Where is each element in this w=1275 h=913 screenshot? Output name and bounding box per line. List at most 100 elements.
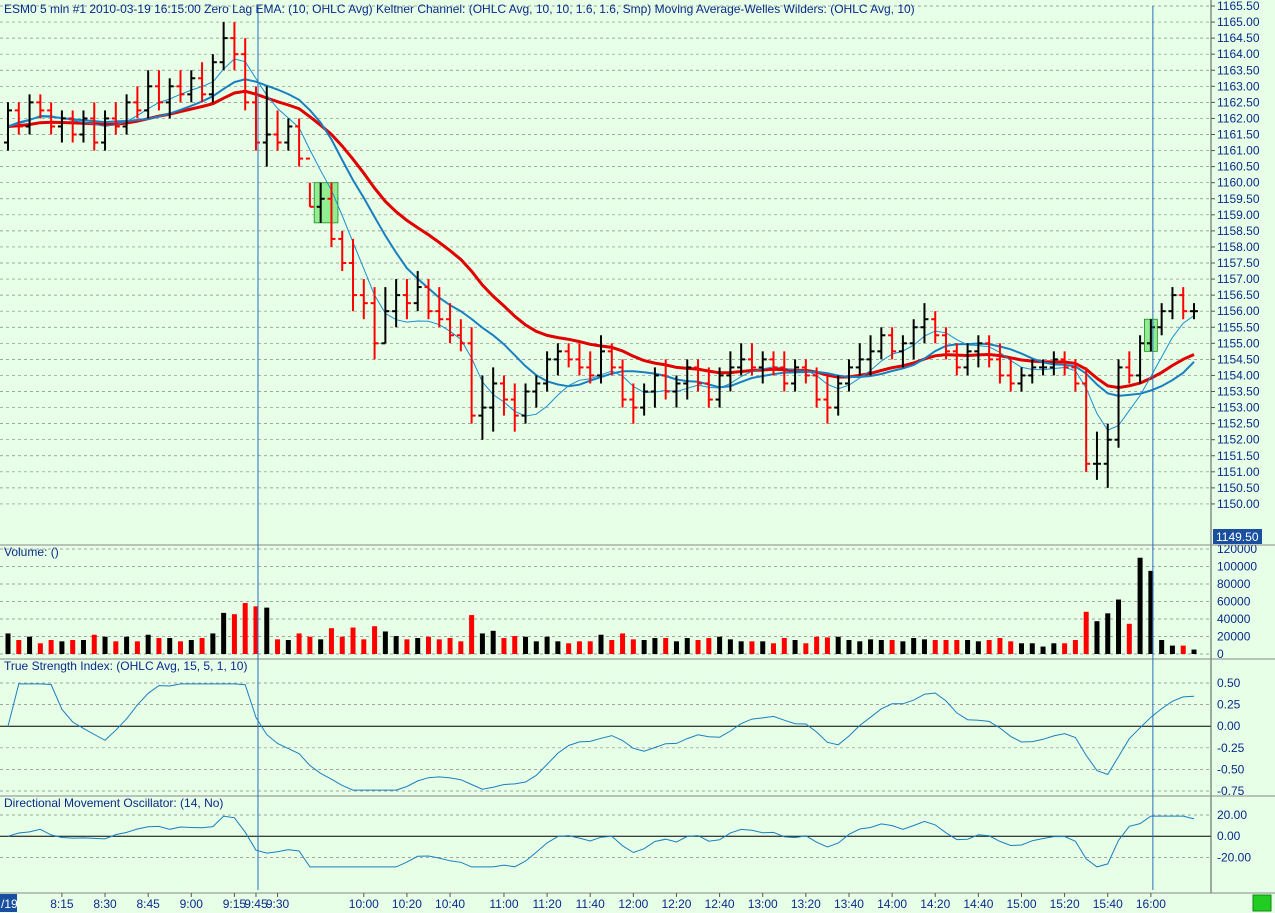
volume-bar [285, 640, 291, 654]
volume-bar [70, 640, 76, 654]
price-tick-label: 1157.00 [1217, 272, 1260, 286]
price-tick-label: 1163.50 [1217, 63, 1260, 77]
volume-bar [943, 640, 949, 654]
volume-bar [738, 641, 744, 654]
price-tick-label: 1162.00 [1217, 111, 1260, 125]
price-tick-label: 1153.00 [1217, 401, 1260, 415]
price-tick-label: 1165.00 [1217, 15, 1260, 29]
volume-bar [242, 603, 248, 654]
volume-bar [620, 633, 626, 654]
time-tick-label: 11:00 [489, 897, 518, 911]
volume-bar [27, 636, 33, 654]
volume-bar [382, 631, 388, 654]
volume-bar [824, 637, 830, 654]
volume-bar [318, 639, 324, 654]
dmo-tick-label: 20.00 [1217, 808, 1247, 822]
volume-bar [1105, 613, 1111, 654]
price-tick-label: 1156.50 [1217, 288, 1260, 302]
time-tick-label: 10:00 [349, 897, 379, 911]
volume-bar [706, 638, 712, 654]
volume-bar [1029, 643, 1035, 654]
time-tick-label: 8:45 [136, 897, 160, 911]
volume-bar [134, 641, 140, 654]
volume-bar [469, 615, 475, 654]
volume-tick-label: 120000 [1217, 542, 1257, 556]
volume-bar [846, 640, 852, 654]
time-tick-label: 16:00 [1136, 897, 1166, 911]
time-tick-label: 12:40 [705, 897, 735, 911]
tsi-tick-label: -0.50 [1217, 762, 1245, 776]
price-tick-label: 1160.50 [1217, 160, 1260, 174]
volume-bar [91, 634, 97, 654]
time-tick-label: 9:30 [266, 897, 290, 911]
price-tick-label: 1162.50 [1217, 95, 1260, 109]
volume-bar [1116, 599, 1122, 654]
volume-bar [1008, 641, 1014, 654]
volume-bar [609, 640, 615, 654]
time-tick-label: 15:00 [1006, 897, 1036, 911]
volume-bar [1137, 557, 1143, 654]
volume-bar [1040, 646, 1046, 654]
volume-bar [458, 641, 464, 654]
volume-tick-label: 40000 [1217, 612, 1251, 626]
time-tick-label: 12:20 [661, 897, 691, 911]
time-tick-label: 14:20 [920, 897, 950, 911]
price-tick-label: 1150.50 [1217, 481, 1260, 495]
price-tick-label: 1151.00 [1217, 465, 1260, 479]
price-tick-label: 1155.50 [1217, 320, 1260, 334]
date-marker: /19 [1, 897, 18, 911]
price-tick-label: 1152.50 [1217, 417, 1260, 431]
tsi-tick-label: 0.25 [1217, 698, 1241, 712]
volume-bar [264, 607, 270, 654]
volume-bar [544, 636, 550, 654]
volume-bar [1051, 643, 1057, 654]
volume-bar [695, 640, 701, 654]
volume-bar [652, 638, 658, 654]
volume-bar [781, 638, 787, 654]
time-tick-label: 13:20 [791, 897, 821, 911]
volume-bar [199, 638, 205, 654]
volume-bar [717, 636, 723, 654]
volume-bar [1018, 643, 1024, 654]
volume-bar [372, 626, 378, 654]
volume-bar [59, 641, 65, 654]
volume-bar [80, 640, 86, 654]
tsi-panel-header: True Strength Index: (OHLC Avg, 15, 5, 1… [4, 659, 247, 673]
volume-bar [1062, 643, 1068, 654]
dmo-tick-label: 0.00 [1217, 829, 1241, 843]
volume-bar [771, 643, 777, 654]
volume-bar [533, 641, 539, 654]
volume-bar [339, 636, 345, 654]
volume-panel-header: Volume: () [4, 545, 59, 559]
time-tick-label: 14:00 [877, 897, 907, 911]
volume-bar [900, 641, 906, 654]
price-panel-header: ESM0 5 min #1 2010-03-19 16:15:00 Zero L… [4, 2, 915, 16]
volume-bar [1180, 645, 1186, 654]
volume-bar [986, 640, 992, 654]
volume-bar [361, 639, 367, 654]
tsi-tick-label: 0.00 [1217, 719, 1241, 733]
price-tick-label: 1154.00 [1217, 368, 1260, 382]
volume-bar [178, 641, 184, 654]
volume-bar [921, 639, 927, 654]
time-tick-label: 8:30 [93, 897, 117, 911]
volume-bar [749, 641, 755, 654]
volume-bar [684, 638, 690, 654]
corner-button[interactable] [1252, 894, 1272, 912]
price-tick-label: 1157.50 [1217, 256, 1260, 270]
price-tick-label: 1160.00 [1217, 176, 1260, 190]
volume-bar [447, 638, 453, 654]
volume-bar [188, 640, 194, 654]
time-tick-label: 11:20 [533, 897, 562, 911]
time-tick-label: 12:00 [618, 897, 648, 911]
volume-bar [814, 636, 820, 654]
volume-bar [792, 640, 798, 654]
time-tick-label: 15:40 [1093, 897, 1123, 911]
time-tick-label: 9:45 [244, 897, 268, 911]
volume-tick-label: 20000 [1217, 630, 1251, 644]
last-price-label: 1149.50 [1216, 530, 1259, 544]
price-tick-label: 1158.00 [1217, 240, 1260, 254]
time-tick-label: 13:00 [748, 897, 778, 911]
volume-bar [490, 630, 496, 654]
volume-bar [523, 636, 529, 654]
